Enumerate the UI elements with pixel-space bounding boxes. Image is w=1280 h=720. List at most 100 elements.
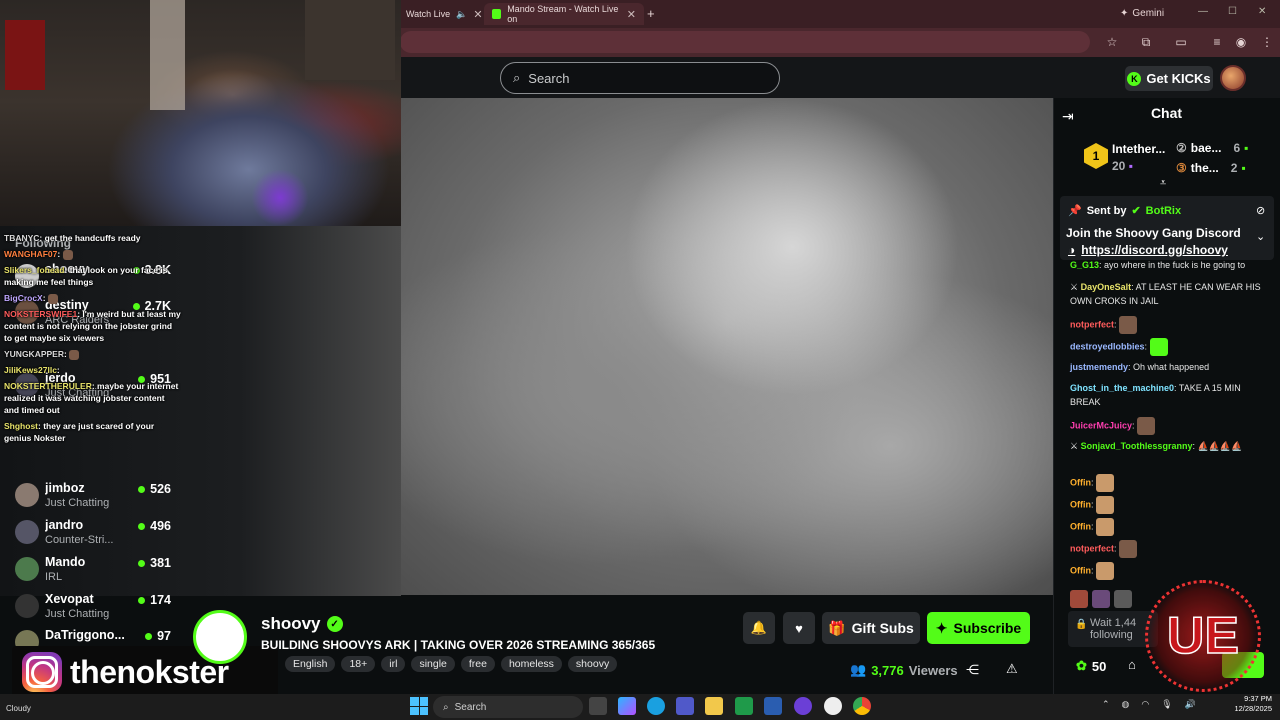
chat-username[interactable]: G_G13 bbox=[1070, 260, 1099, 270]
notification-bell-button[interactable]: 🔔 bbox=[743, 612, 775, 644]
cast-icon[interactable]: ▭ bbox=[1174, 35, 1188, 49]
chevron-down-icon[interactable]: ⌄ bbox=[1256, 230, 1265, 243]
chat-username[interactable]: justmemendy bbox=[1070, 362, 1128, 372]
teams-icon[interactable] bbox=[676, 697, 694, 715]
chat-username[interactable]: notperfect bbox=[1070, 319, 1114, 329]
hide-pin-icon[interactable]: ⊘ bbox=[1256, 204, 1265, 217]
windows-start-icon[interactable] bbox=[410, 697, 428, 715]
emote-icon[interactable] bbox=[1114, 590, 1132, 608]
chat-username[interactable]: notperfect bbox=[1070, 543, 1114, 553]
user-avatar[interactable] bbox=[1220, 65, 1246, 91]
report-icon[interactable]: ⚠ bbox=[1006, 661, 1018, 677]
chrome-icon[interactable] bbox=[853, 697, 871, 715]
leaderboard-row-3[interactable]: ③ the... 2 ▪ bbox=[1176, 161, 1246, 175]
pinned-message: 📌 Sent by ✔ BotRix ⊘ Join the Shoovy Gan… bbox=[1060, 196, 1274, 260]
edge-icon[interactable] bbox=[647, 697, 665, 715]
reading-list-icon[interactable]: ≡ bbox=[1210, 35, 1224, 49]
chat-username[interactable]: Ghost_in_the_machine0 bbox=[1070, 383, 1174, 393]
chat-username[interactable]: destroyedlobbies bbox=[1070, 341, 1145, 351]
get-kicks-button[interactable]: K Get KICKs bbox=[1125, 66, 1213, 91]
leaderboard-row-2[interactable]: ② bae... 6 ▪ bbox=[1176, 141, 1248, 155]
close-tab-icon[interactable]: ✕ bbox=[627, 8, 636, 21]
wifi-icon[interactable]: ◠ bbox=[1141, 699, 1149, 710]
system-tray[interactable]: ⌃ ◍ ◠ 🎙 🔊 bbox=[1102, 699, 1196, 710]
mic-icon[interactable]: 🎙 bbox=[1161, 699, 1172, 710]
pinned-link[interactable]: ◑ https://discord.gg/shoovy bbox=[1068, 243, 1228, 257]
webcam-curtain bbox=[150, 0, 185, 110]
tag[interactable]: single bbox=[411, 656, 455, 672]
app-icon[interactable] bbox=[824, 697, 842, 715]
follow-item[interactable]: jimboz Just Chatting 526 bbox=[15, 481, 175, 515]
bookmark-star-icon[interactable]: ☆ bbox=[1105, 35, 1119, 49]
network-icon[interactable]: ◍ bbox=[1122, 699, 1130, 710]
emote-icon[interactable] bbox=[1070, 590, 1088, 608]
chat-username[interactable]: Offin bbox=[1070, 521, 1091, 531]
store-app-icon[interactable] bbox=[764, 697, 782, 715]
channel-category: Just Chatting bbox=[45, 608, 110, 620]
follow-item[interactable]: Xevopat Just Chatting 174 bbox=[15, 592, 175, 626]
chat-username[interactable]: JuicerMcJuicy bbox=[1070, 420, 1132, 430]
leaderboard-name[interactable]: Intether... bbox=[1112, 142, 1165, 156]
copilot-icon[interactable] bbox=[618, 697, 636, 715]
chat-username[interactable]: Offin bbox=[1070, 565, 1091, 575]
chat-username[interactable]: DayOneSalt bbox=[1081, 282, 1132, 292]
gemini-button[interactable]: ✦ Gemini bbox=[1120, 8, 1164, 19]
overlay-chat-message: NOKSTERTHERULER: maybe your internet rea… bbox=[4, 381, 179, 415]
file-explorer-icon[interactable] bbox=[705, 697, 723, 715]
new-tab-icon[interactable]: + bbox=[647, 6, 655, 21]
task-view-icon[interactable] bbox=[589, 697, 607, 715]
chat-message: destroyedlobbies: bbox=[1070, 338, 1270, 356]
chevron-up-icon[interactable]: ⌃ bbox=[1102, 699, 1110, 710]
chat-username[interactable]: Sonjavd_Toothlessgranny bbox=[1081, 441, 1193, 451]
browser-tab-1[interactable]: Watch Live 🔈 ✕ bbox=[398, 3, 491, 25]
close-tab-icon[interactable]: ✕ bbox=[473, 8, 482, 21]
get-kicks-label: Get KICKs bbox=[1146, 71, 1211, 86]
search-input[interactable]: ⌕ Search bbox=[500, 62, 780, 94]
viewer-count: 👥 3,776 Viewers bbox=[850, 662, 958, 678]
chat-username[interactable]: Offin bbox=[1070, 477, 1091, 487]
channel-points[interactable]: ✿ 50 bbox=[1076, 658, 1106, 674]
channel-name-row[interactable]: shoovy ✓ bbox=[261, 614, 343, 634]
store-icon[interactable]: ⌂ bbox=[1128, 657, 1136, 672]
expand-leaderboard-icon[interactable]: ⩡ bbox=[1160, 177, 1166, 190]
weather-widget[interactable]: Cloudy bbox=[6, 697, 58, 713]
viewer-count-value: 174 bbox=[150, 593, 171, 607]
volume-icon[interactable]: 🔊 bbox=[1185, 699, 1196, 710]
profile-icon[interactable]: ◉ bbox=[1234, 35, 1248, 49]
url-field[interactable] bbox=[400, 31, 1090, 53]
emote-icon[interactable] bbox=[1092, 590, 1110, 608]
taskbar-search[interactable]: ⌕ Search bbox=[433, 696, 583, 718]
browser-tab-2[interactable]: Mando Stream - Watch Live on ✕ bbox=[484, 3, 644, 25]
channel-category: Just Chatting bbox=[45, 497, 110, 509]
follow-item[interactable]: Mando IRL 381 bbox=[15, 555, 175, 589]
tag[interactable]: 18+ bbox=[341, 656, 376, 672]
follow-heart-button[interactable]: ♥ bbox=[783, 612, 815, 644]
tag[interactable]: irl bbox=[381, 656, 406, 672]
close-window-icon[interactable]: ✕ bbox=[1258, 6, 1266, 17]
clock[interactable]: 9:37 PM 12/28/2025 bbox=[1222, 694, 1272, 714]
video-player[interactable] bbox=[401, 98, 1053, 595]
follow-item[interactable]: jandro Counter-Stri... 496 bbox=[15, 518, 175, 552]
overlay-chat-message: NOKSTERSWIFE1: I'm weird but at least my… bbox=[4, 309, 181, 343]
tag[interactable]: free bbox=[460, 656, 495, 672]
tag[interactable]: shoovy bbox=[567, 656, 618, 672]
rank-2-icon: ② bbox=[1176, 141, 1187, 155]
tag[interactable]: English bbox=[285, 656, 336, 672]
channel-avatar[interactable] bbox=[193, 610, 247, 664]
share-icon[interactable]: ⋲ bbox=[966, 662, 979, 678]
menu-icon[interactable]: ⋮ bbox=[1260, 35, 1274, 49]
maximize-icon[interactable]: ☐ bbox=[1228, 6, 1237, 17]
app-icon[interactable] bbox=[794, 697, 812, 715]
tag[interactable]: homeless bbox=[500, 656, 562, 672]
minimize-icon[interactable]: — bbox=[1198, 6, 1208, 17]
extensions-icon[interactable]: ⧉ bbox=[1139, 35, 1153, 49]
live-dot-icon bbox=[145, 632, 153, 640]
excel-icon[interactable] bbox=[735, 697, 753, 715]
chat-username: NOKSTERTHERULER bbox=[4, 381, 92, 391]
viewer-count: 526 bbox=[138, 482, 171, 496]
gift-icon: ▪ bbox=[1128, 159, 1133, 173]
gift-subs-button[interactable]: 🎁 Gift Subs bbox=[822, 612, 920, 644]
chat-username[interactable]: Offin bbox=[1070, 499, 1091, 509]
subscribe-button[interactable]: ✦ Subscribe bbox=[927, 612, 1030, 644]
speaker-icon: 🔈 bbox=[456, 8, 468, 19]
